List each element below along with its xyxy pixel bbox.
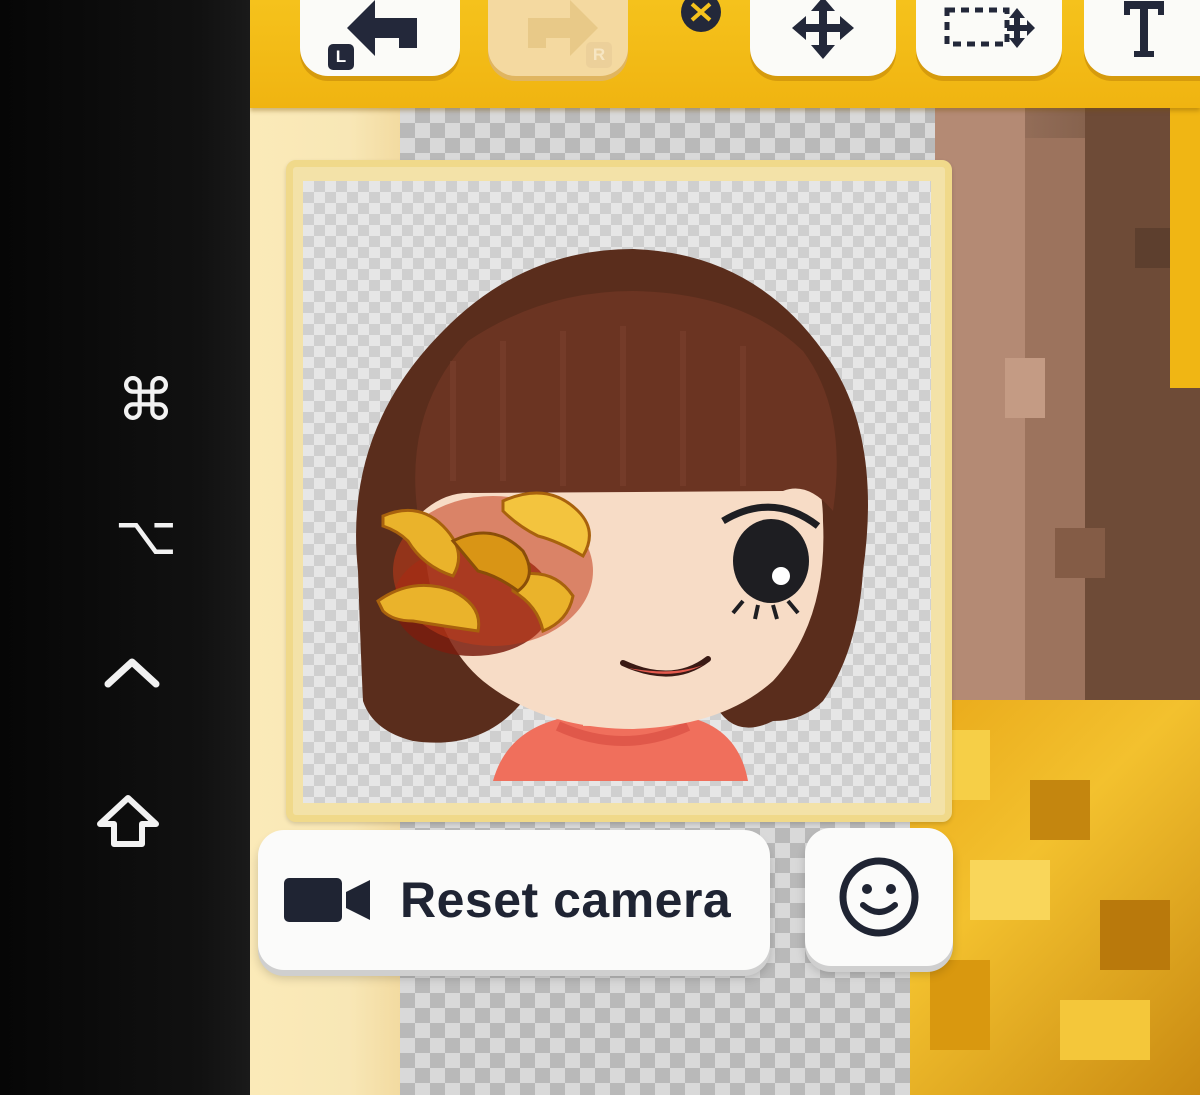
avatar-preview[interactable] [303,181,931,803]
close-icon[interactable] [678,0,724,34]
command-key-icon[interactable]: ⌘ [96,368,196,432]
text-tool-button[interactable] [1084,0,1200,76]
select-move-tool-button[interactable] [916,0,1062,76]
avatar-illustration [356,249,868,781]
control-key-icon[interactable] [82,640,182,700]
undo-button[interactable]: L [300,0,460,76]
r-button-badge: R [586,42,612,68]
option-key-icon[interactable]: ⌥ [96,506,196,566]
system-side-bar: ⌘ ⌥ [0,0,250,1095]
selection-move-icon [944,7,1035,48]
avatar-face-button[interactable] [805,828,953,966]
canvas-artwork-gold [910,700,1200,1095]
l-button-badge: L [328,44,354,70]
reset-camera-label: Reset camera [400,872,732,928]
move-arrows-icon [792,0,854,59]
reset-camera-button[interactable]: Reset camera [258,830,770,970]
smiley-face-icon [839,857,919,937]
toolbar: L R [250,0,1200,108]
drawing-app: L R Reset camera [250,0,1200,1095]
shift-key-icon[interactable] [78,792,178,852]
redo-button[interactable]: R [488,0,628,76]
move-tool-button[interactable] [750,0,896,76]
text-tool-icon [1124,1,1164,57]
avatar-preview-frame [286,160,952,822]
video-camera-icon [284,878,370,922]
